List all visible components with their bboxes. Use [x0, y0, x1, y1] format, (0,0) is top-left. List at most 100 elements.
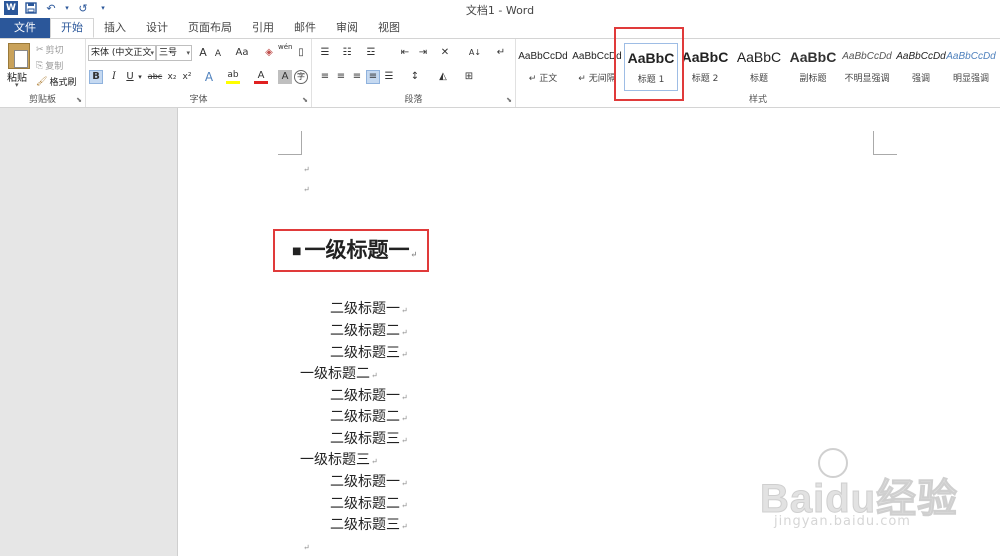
list-item[interactable]: 一级标题三↵ [300, 449, 378, 469]
tab-page-layout[interactable]: 页面布局 [178, 18, 242, 38]
chevron-down-icon: ▾ [186, 49, 190, 57]
tab-review[interactable]: 审阅 [326, 18, 368, 38]
font-name-value: 宋体 (中文正文 [91, 48, 152, 58]
align-left-icon[interactable]: ≡ [318, 70, 332, 84]
style-name: 副标题 [799, 74, 827, 84]
increase-indent-icon[interactable]: ⇥ [416, 46, 430, 60]
list-item[interactable]: 二级标题三↵ [330, 342, 408, 362]
font-color-icon[interactable]: A [254, 70, 268, 84]
empty-paragraph: ↵ [302, 162, 310, 175]
line-text: 二级标题三 [330, 431, 400, 447]
window-title: 文档1 - Word [465, 4, 535, 17]
numbering-icon[interactable]: ☷ [340, 46, 354, 60]
style-name: 强调 [911, 74, 930, 84]
style-heading-2[interactable]: AaBbC 标题 2 [678, 43, 732, 91]
enclose-char-icon[interactable]: 字 [294, 70, 308, 84]
subscript-button[interactable]: x₂ [165, 70, 179, 84]
cut-button[interactable]: ✂ 剪切 [36, 43, 64, 57]
clipboard-launcher-icon[interactable]: ⬊ [76, 96, 82, 104]
list-item[interactable]: 二级标题三↵ [330, 428, 408, 448]
format-painter-button[interactable]: 🖌 格式刷 [36, 75, 76, 89]
chinese-layout-icon[interactable]: ✕ [438, 46, 452, 60]
shrink-font-icon[interactable]: A [211, 47, 225, 61]
tab-view[interactable]: 视图 [368, 18, 410, 38]
paragraph-launcher-icon[interactable]: ⬊ [506, 96, 512, 104]
style-normal[interactable]: AaBbCcDd ↵ 正文 [516, 43, 570, 91]
line-text: 二级标题二 [330, 323, 400, 339]
char-border-icon[interactable]: ▯ [294, 46, 308, 60]
borders-icon[interactable]: ⊞ [462, 70, 476, 84]
paragraph-mark: ↵ [371, 371, 378, 380]
tab-file[interactable]: 文件 [0, 18, 50, 38]
style-emphasis[interactable]: AaBbCcDd 强调 [894, 43, 948, 91]
style-preview: AaBbCcDd [842, 51, 892, 62]
style-subtle-emphasis[interactable]: AaBbCcDd 不明显强调 [840, 43, 894, 91]
list-item[interactable]: 二级标题二↵ [330, 406, 408, 426]
style-preview: AaBbCcDd [518, 51, 568, 62]
text-effects-icon[interactable]: A [202, 70, 216, 84]
paragraph-group-label: 段落 [404, 95, 423, 105]
copy-icon: ⎘ [36, 60, 44, 71]
italic-button[interactable]: I [107, 70, 121, 84]
font-size-select[interactable]: 三号 ▾ [156, 45, 192, 61]
heading-1-paragraph[interactable]: ■ 一级标题一↵ [292, 234, 417, 264]
font-name-select[interactable]: 宋体 (中文正文 ▾ [88, 45, 156, 61]
line-text: 二级标题三 [330, 345, 400, 361]
show-marks-icon[interactable]: ↵ [494, 46, 508, 60]
tab-insert[interactable]: 插入 [94, 18, 136, 38]
distributed-icon[interactable]: ☰ [382, 70, 396, 84]
shading-icon[interactable]: ◭ [436, 70, 450, 84]
change-case-icon[interactable]: Aa [232, 46, 252, 60]
align-center-icon[interactable]: ≡ [334, 70, 348, 84]
annotation-highlight-box [614, 27, 684, 101]
paste-icon[interactable] [8, 43, 30, 69]
sort-icon[interactable]: A↓ [468, 46, 482, 60]
list-item[interactable]: 一级标题二↵ [300, 363, 378, 383]
tab-mailings[interactable]: 邮件 [284, 18, 326, 38]
style-name: ↵ 正文 [528, 74, 558, 84]
style-title[interactable]: AaBbC 标题 [732, 43, 786, 91]
style-intense-emphasis[interactable]: AaBbCcDd 明显强调 [944, 43, 998, 91]
grow-font-icon[interactable]: A [196, 46, 210, 60]
strikethrough-button[interactable]: abc [146, 70, 164, 84]
underline-dropdown-icon[interactable]: ▾ [136, 70, 144, 84]
clear-format-icon[interactable]: ◈ [262, 46, 276, 60]
paragraph-mark: ↵ [303, 185, 310, 194]
paragraph-mark: ↵ [401, 436, 408, 445]
highlight-icon[interactable]: ab [226, 70, 240, 84]
multilevel-list-icon[interactable]: ☲ [364, 46, 378, 60]
align-right-icon[interactable]: ≡ [350, 70, 364, 84]
font-launcher-icon[interactable]: ⬊ [302, 96, 308, 104]
copy-button[interactable]: ⎘ 复制 [36, 59, 63, 73]
list-item[interactable]: 二级标题一↵ [330, 471, 408, 491]
style-preview: AaBbC [736, 49, 782, 65]
superscript-button[interactable]: x² [180, 70, 194, 84]
paste-dropdown-icon[interactable]: ▾ [15, 81, 19, 89]
list-item[interactable]: 二级标题二↵ [330, 320, 408, 340]
paragraph-mark: ↵ [410, 249, 418, 259]
paragraph-mark: ↵ [303, 165, 310, 174]
char-shading-icon[interactable]: A [278, 70, 292, 84]
underline-button[interactable]: U [123, 70, 137, 84]
empty-paragraph: ↵ [302, 182, 310, 195]
paragraph-mark: ↵ [401, 501, 408, 510]
styles-group-label: 样式 [748, 95, 767, 105]
phonetic-guide-icon[interactable]: wén [278, 43, 292, 57]
style-subtitle[interactable]: AaBbC 副标题 [786, 43, 840, 91]
list-item[interactable]: 二级标题一↵ [330, 385, 408, 405]
tab-home[interactable]: 开始 [50, 18, 94, 38]
list-item[interactable]: 二级标题三↵ [330, 514, 408, 534]
tab-design[interactable]: 设计 [136, 18, 178, 38]
bold-button[interactable]: B [89, 70, 103, 84]
line-text: 二级标题三 [330, 517, 400, 533]
line-spacing-icon[interactable]: ↕ [408, 70, 422, 84]
margin-corner-top-right [873, 131, 897, 155]
list-item[interactable]: 二级标题二↵ [330, 493, 408, 513]
tab-references[interactable]: 引用 [242, 18, 284, 38]
list-item[interactable]: 二级标题一↵ [330, 298, 408, 318]
scissors-icon: ✂ [36, 44, 44, 55]
style-preview: AaBbCcDd [896, 51, 946, 62]
justify-icon[interactable]: ≡ [366, 70, 380, 84]
bullets-icon[interactable]: ☰ [318, 46, 332, 60]
decrease-indent-icon[interactable]: ⇤ [398, 46, 412, 60]
